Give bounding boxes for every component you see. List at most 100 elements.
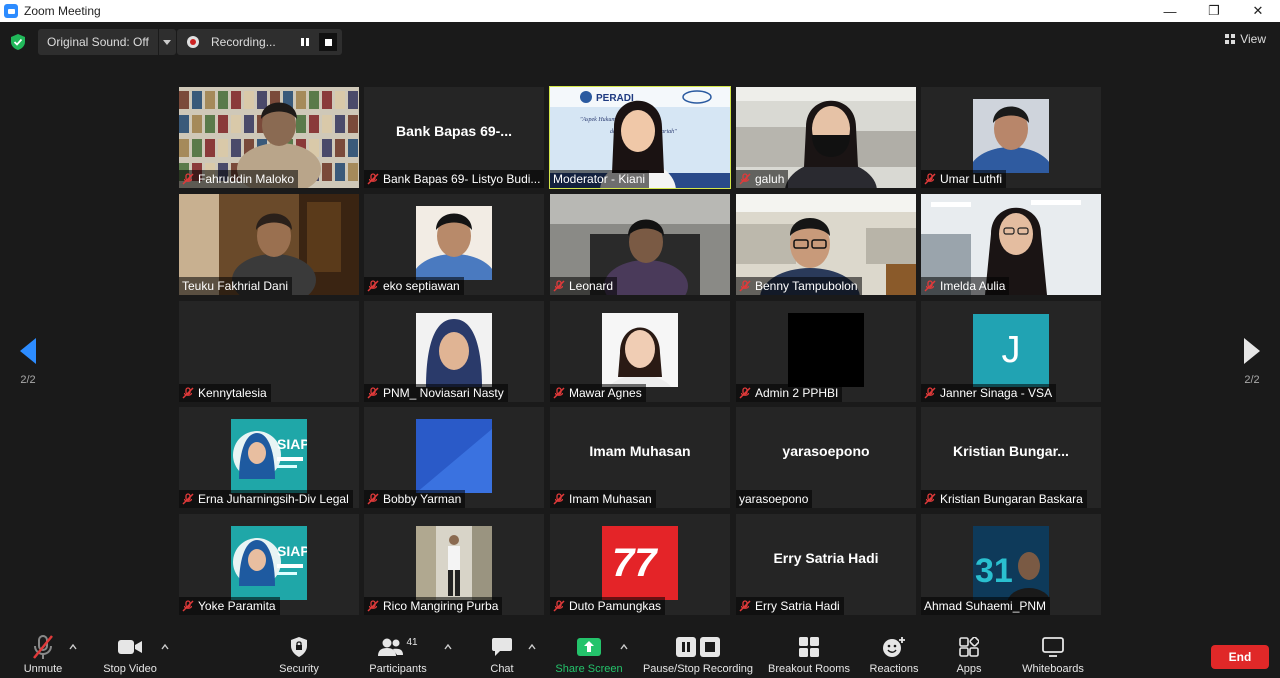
restore-button[interactable]: ❐ — [1192, 0, 1236, 22]
participant-tile[interactable]: Leonard — [550, 194, 730, 295]
grid-view-icon — [1225, 34, 1236, 44]
participant-tile[interactable]: 77 Duto Pamungkas — [550, 514, 730, 615]
participant-name: Ahmad Suhaemi_PNM — [924, 599, 1047, 613]
participant-display-name: Bank Bapas 69-... — [396, 123, 512, 139]
ahmad-poster-image: 31 — [973, 526, 1049, 600]
participant-name: Teuku Fakhrial Dani — [182, 279, 289, 293]
chevron-up-icon[interactable] — [161, 644, 169, 650]
chevron-up-icon[interactable] — [620, 644, 628, 650]
participant-name-bar: Bank Bapas 69- Listyo Budi... — [364, 170, 544, 188]
unmute-button[interactable]: Unmute — [20, 632, 66, 675]
umar-photo — [973, 99, 1049, 173]
chevron-down-icon[interactable] — [157, 29, 176, 55]
participant-tile[interactable]: Imelda Aulia — [921, 194, 1101, 295]
participant-name-bar: Janner Sinaga - VSA — [921, 384, 1057, 402]
breakout-rooms-icon — [799, 637, 819, 657]
window-title: Zoom Meeting — [24, 4, 101, 18]
pause-icon — [676, 637, 696, 657]
smiley-plus-icon — [883, 637, 905, 657]
participant-tile[interactable]: Kristian Bungar... Kristian Bungaran Bask… — [921, 407, 1101, 508]
participant-name-bar: galuh — [736, 170, 789, 188]
chevron-up-icon[interactable] — [69, 644, 77, 650]
participant-tile[interactable]: Teuku Fakhrial Dani — [179, 194, 359, 295]
window-titlebar: Zoom Meeting — ❐ ✕ — [0, 0, 1280, 22]
svg-text:PERADI: PERADI — [596, 93, 634, 104]
participant-tile[interactable]: Bobby Yarman — [364, 407, 544, 508]
participant-tile[interactable]: Fahruddin Maloko — [179, 87, 359, 188]
participant-tile[interactable]: Bank Bapas 69-... Bank Bapas 69- Listyo B… — [364, 87, 544, 188]
participant-tile[interactable]: 31 Ahmad Suhaemi_PNM — [921, 514, 1101, 615]
muted-mic-icon — [182, 387, 194, 399]
chat-button[interactable]: Chat — [485, 632, 519, 675]
page-indicator-left: 2/2 — [20, 374, 36, 386]
chevron-up-icon[interactable] — [444, 644, 452, 650]
participant-name-bar: Benny Tampubolon — [736, 277, 862, 295]
participant-tile[interactable]: SIAP Yoke Paramita — [179, 514, 359, 615]
participant-name: Kennytalesia — [198, 386, 267, 400]
svg-text:SIAP: SIAP — [277, 543, 307, 559]
shield-check-icon[interactable] — [11, 34, 25, 50]
participant-tile[interactable]: Mawar Agnes — [550, 301, 730, 402]
pause-stop-recording-button[interactable]: Pause/Stop Recording — [641, 632, 755, 675]
share-screen-button[interactable]: Share Screen — [553, 632, 625, 675]
microphone-muted-icon — [33, 635, 53, 659]
participant-name-bar: Rico Mangiring Purba — [364, 597, 503, 615]
participant-tile[interactable]: eko septiawan — [364, 194, 544, 295]
participant-tile[interactable]: Admin 2 PPHBI — [736, 301, 916, 402]
previous-page-button[interactable]: 2/2 — [8, 338, 48, 386]
share-screen-label: Share Screen — [555, 663, 623, 675]
stop-video-button[interactable]: Stop Video — [100, 632, 160, 675]
breakout-rooms-button[interactable]: Breakout Rooms — [766, 632, 852, 675]
security-button[interactable]: Security — [277, 632, 321, 675]
participant-tile[interactable]: SIAP Erna Juharningsih-Div Legal — [179, 407, 359, 508]
participant-tile[interactable]: Imam Muhasan Imam Muhasan — [550, 407, 730, 508]
participant-tile[interactable]: galuh — [736, 87, 916, 188]
participant-name-bar: Erna Juharningsih-Div Legal — [179, 490, 353, 508]
end-meeting-button[interactable]: End — [1211, 645, 1269, 669]
original-sound-toggle[interactable]: Original Sound: Off — [38, 29, 176, 55]
muted-mic-icon — [367, 173, 379, 185]
participant-tile[interactable]: Kennytalesia — [179, 301, 359, 402]
apps-button[interactable]: Apps — [952, 632, 986, 675]
muted-mic-icon — [182, 493, 194, 505]
chevron-up-icon[interactable] — [528, 644, 536, 650]
original-sound-label: Original Sound: Off — [47, 35, 149, 49]
participant-tile[interactable]: PNM_ Noviasari Nasty — [364, 301, 544, 402]
recording-label: Recording... — [211, 35, 276, 49]
participant-name-bar: Kennytalesia — [179, 384, 271, 402]
participants-button[interactable]: 41 Participants — [367, 632, 429, 676]
participant-tile[interactable]: Umar Luthfi — [921, 87, 1101, 188]
bobby-blue-image — [416, 419, 492, 493]
participant-display-name: Kristian Bungar... — [953, 443, 1069, 459]
participant-tile[interactable]: Erry Satria Hadi Erry Satria Hadi — [736, 514, 916, 615]
recording-indicator: Recording... — [177, 29, 342, 55]
whiteboards-label: Whiteboards — [1022, 663, 1084, 675]
muted-mic-icon — [739, 600, 751, 612]
close-button[interactable]: ✕ — [1236, 0, 1280, 22]
stop-recording-icon[interactable] — [319, 33, 337, 51]
participant-name: Erna Juharningsih-Div Legal — [198, 492, 349, 506]
participant-name: Leonard — [569, 279, 614, 293]
participants-icon — [378, 638, 404, 656]
next-page-button[interactable]: 2/2 — [1232, 338, 1272, 386]
muted-mic-icon — [553, 493, 565, 505]
siap-poster-image: SIAP — [231, 526, 307, 600]
reactions-button[interactable]: Reactions — [868, 632, 920, 675]
participant-tile[interactable]: PERADI"Aspek Hukum Pe... Perbankan dan P… — [549, 86, 731, 189]
muted-mic-icon — [739, 173, 751, 185]
whiteboard-icon — [1042, 637, 1064, 657]
participant-name-bar: Imam Muhasan — [550, 490, 656, 508]
participant-tile[interactable]: Benny Tampubolon — [736, 194, 916, 295]
whiteboards-button[interactable]: Whiteboards — [1019, 632, 1087, 675]
minimize-button[interactable]: — — [1148, 0, 1192, 22]
participant-tile[interactable]: J Janner Sinaga - VSA — [921, 301, 1101, 402]
participant-name: Umar Luthfi — [940, 172, 1003, 186]
muted-mic-icon — [924, 280, 936, 292]
participant-tile[interactable]: yarasoepono yarasoepono — [736, 407, 916, 508]
participant-name-bar: Mawar Agnes — [550, 384, 646, 402]
view-button[interactable]: View — [1225, 32, 1266, 46]
pause-recording-icon[interactable] — [297, 34, 313, 50]
participant-name: Mawar Agnes — [569, 386, 642, 400]
share-screen-icon — [577, 638, 601, 656]
participant-tile[interactable]: Rico Mangiring Purba — [364, 514, 544, 615]
